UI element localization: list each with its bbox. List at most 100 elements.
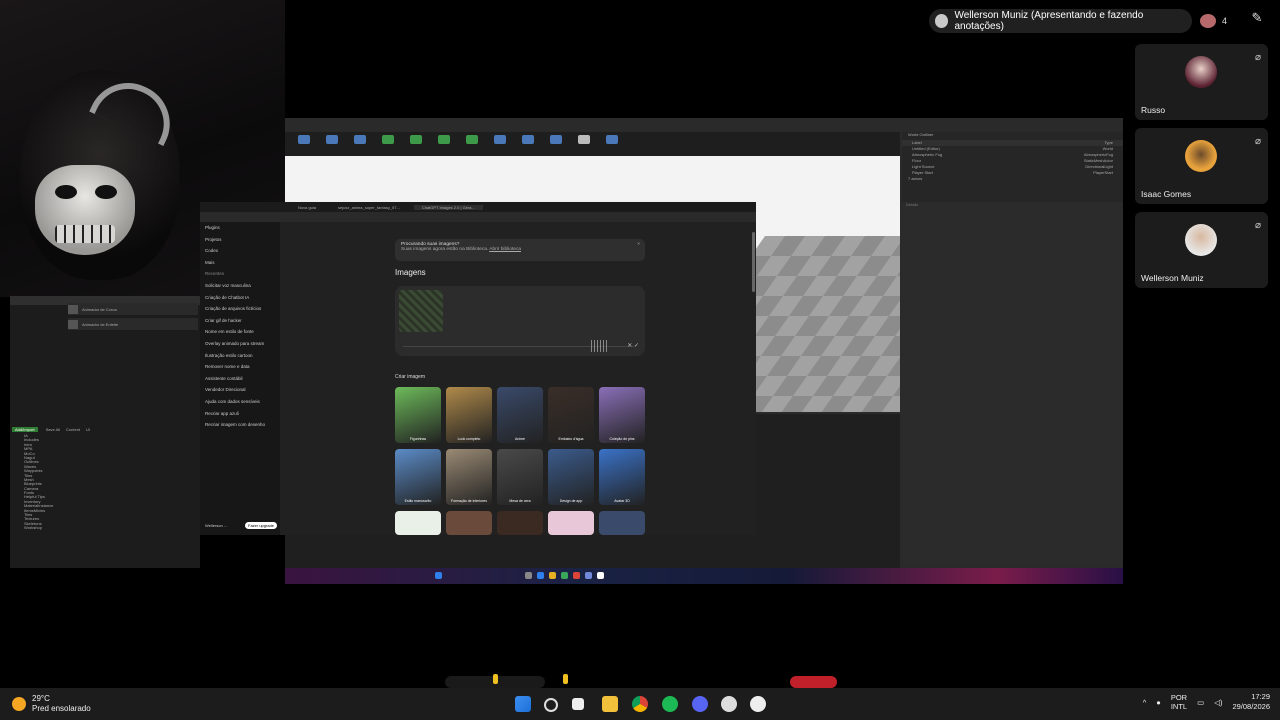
asset-thumb-icon bbox=[68, 304, 78, 314]
github-icon[interactable] bbox=[721, 696, 737, 712]
notice-body: Suas imagens agora estão na Biblioteca. bbox=[401, 247, 489, 252]
language-indicator[interactable]: POR INTL bbox=[1171, 693, 1187, 711]
style-tile[interactable]: Embaixo d'água bbox=[548, 387, 594, 443]
sidebar-item[interactable]: Projetos bbox=[200, 234, 280, 246]
toolbar-button[interactable] bbox=[545, 135, 567, 153]
toolbar-button[interactable] bbox=[349, 135, 371, 153]
asset-name: Animador de Enfeite bbox=[82, 321, 119, 327]
mic-icon[interactable]: ● bbox=[1156, 698, 1161, 707]
tile-label: Design de app bbox=[559, 499, 583, 503]
asset-thumb-icon bbox=[68, 319, 78, 329]
user-name[interactable]: Wellerson ... bbox=[205, 523, 227, 528]
leave-button[interactable] bbox=[790, 676, 837, 688]
presenter-chip[interactable]: Wellerson Muniz (Apresentando e fazendo … bbox=[929, 9, 1192, 33]
recent-chat-item[interactable]: Overlay animado para stream bbox=[200, 338, 280, 350]
recent-chat-item[interactable]: Ajuda com dados sensíveis bbox=[200, 396, 280, 408]
recent-chat-item[interactable]: Criar gif de hacker bbox=[200, 315, 280, 327]
style-tile[interactable] bbox=[497, 511, 543, 535]
scrollbar[interactable] bbox=[752, 232, 755, 292]
tab[interactable]: sejusx_anima_super_fantasy_07... bbox=[330, 205, 408, 210]
toolbar-button[interactable] bbox=[461, 135, 483, 153]
recent-chat-item[interactable]: Nome em estilo de fonte bbox=[200, 326, 280, 338]
path-content[interactable]: Content bbox=[66, 427, 80, 432]
chrome-icon[interactable] bbox=[632, 696, 648, 712]
asset-item[interactable]: Animador de Coroa bbox=[68, 303, 198, 315]
taskbar-icon bbox=[585, 572, 592, 579]
generated-image-thumb[interactable] bbox=[399, 290, 443, 332]
mic-level bbox=[563, 674, 568, 684]
upgrade-button[interactable]: Fazer upgrade bbox=[245, 522, 278, 529]
chevron-up-icon[interactable]: ^ bbox=[1143, 698, 1147, 707]
recent-chat-item[interactable]: Criação de arquivos fictícios bbox=[200, 303, 280, 315]
confirm-icon[interactable]: ✕ ✓ bbox=[627, 342, 639, 349]
recent-chat-item[interactable]: Criação de Chatbot IA bbox=[200, 292, 280, 304]
participant-tile[interactable]: Isaac Gomes ⌀ bbox=[1135, 128, 1268, 204]
task-view-icon[interactable] bbox=[572, 698, 584, 710]
toolbar-button[interactable] bbox=[433, 135, 455, 153]
path-ui[interactable]: UI bbox=[86, 427, 90, 432]
folder-item[interactable]: Workshop bbox=[10, 525, 200, 530]
taskbar-icon bbox=[561, 572, 568, 579]
sidebar-item[interactable]: Mais bbox=[200, 257, 280, 269]
taskbar-icon bbox=[525, 572, 532, 579]
unreal-engine-icon[interactable] bbox=[750, 696, 766, 712]
tab-active[interactable]: ChatGPT Images 2.0 | Gera... bbox=[413, 204, 483, 210]
close-icon[interactable]: × bbox=[637, 242, 640, 247]
network-icon[interactable]: ▭ bbox=[1197, 698, 1204, 707]
toolbar-button[interactable] bbox=[321, 135, 343, 153]
open-library-link[interactable]: Abrir biblioteca bbox=[489, 247, 521, 252]
clock[interactable]: 17:29 29/08/2026 bbox=[1232, 692, 1270, 712]
style-tile[interactable]: Anime bbox=[497, 387, 543, 443]
annotate-icon[interactable]: ✎ bbox=[1246, 10, 1268, 32]
style-tile[interactable]: Look completo bbox=[446, 387, 492, 443]
style-tile[interactable]: Coleção de pins bbox=[599, 387, 645, 443]
style-tile[interactable]: Design de app bbox=[548, 449, 594, 505]
toolbar-button[interactable] bbox=[405, 135, 427, 153]
style-tile[interactable]: Estilo manuscrito bbox=[395, 449, 441, 505]
recent-chat-item[interactable]: Assistente contábil bbox=[200, 373, 280, 385]
sidebar-item[interactable]: Plugins bbox=[200, 222, 280, 234]
participant-tile[interactable]: Wellerson Muniz ⌀ bbox=[1135, 212, 1268, 288]
mic-off-icon: ⌀ bbox=[1254, 136, 1261, 147]
lang-bottom: INTL bbox=[1170, 702, 1188, 711]
address-bar[interactable] bbox=[200, 212, 756, 222]
volume-icon[interactable]: ◁) bbox=[1214, 698, 1222, 707]
toolbar-button[interactable] bbox=[489, 135, 511, 153]
recent-chat-item[interactable]: Remover nome e data bbox=[200, 361, 280, 373]
file-explorer-icon[interactable] bbox=[602, 696, 618, 712]
weather-widget[interactable]: 29°C Pred ensolarado bbox=[12, 694, 91, 714]
add-import-button[interactable]: Add/Import bbox=[12, 427, 38, 432]
outliner-rows: Untitled (Editor) World Atmospheric Fog Atm… bbox=[902, 146, 1123, 176]
style-tile[interactable]: Avatar 3D bbox=[599, 449, 645, 505]
style-tile[interactable]: Figurinhas bbox=[395, 387, 441, 443]
style-tile[interactable] bbox=[395, 511, 441, 535]
style-tile[interactable]: Mesa de cera bbox=[497, 449, 543, 505]
style-tile[interactable] bbox=[446, 511, 492, 535]
recent-chat-item[interactable]: Vendedor Direcional bbox=[200, 384, 280, 396]
toolbar-button[interactable] bbox=[377, 135, 399, 153]
save-all-button[interactable]: Save All bbox=[46, 427, 60, 432]
search-icon[interactable] bbox=[544, 698, 558, 712]
asset-item[interactable]: Animador de Enfeite bbox=[68, 318, 198, 330]
recent-chat-item[interactable]: Recriar imagem com desenho bbox=[200, 419, 280, 431]
style-tile[interactable] bbox=[599, 511, 645, 535]
recent-chat-item[interactable]: Ilustração estilo cartoon bbox=[200, 350, 280, 362]
discord-icon[interactable] bbox=[692, 696, 708, 712]
toolbar-button[interactable] bbox=[601, 135, 623, 153]
style-tile[interactable] bbox=[548, 511, 594, 535]
recent-chat-item[interactable]: Recriar app azuli bbox=[200, 408, 280, 420]
recent-list: Solicitar voz masculina Criação de Chatbo… bbox=[200, 280, 280, 431]
participants-button[interactable]: 4 bbox=[1200, 10, 1242, 32]
spotify-icon[interactable] bbox=[662, 696, 678, 712]
weather-desc: Pred ensolarado bbox=[32, 704, 91, 713]
images-heading: Imagens bbox=[395, 268, 426, 277]
toolbar-button[interactable] bbox=[293, 135, 315, 153]
participant-tile[interactable]: Russo ⌀ bbox=[1135, 44, 1268, 120]
recent-chat-item[interactable]: Solicitar voz masculina bbox=[200, 280, 280, 292]
tab[interactable]: Nova guia bbox=[290, 205, 324, 210]
toolbar-button[interactable] bbox=[517, 135, 539, 153]
windows-start-icon[interactable] bbox=[515, 696, 531, 712]
play-button[interactable] bbox=[573, 135, 595, 153]
sidebar-item[interactable]: Codex bbox=[200, 245, 280, 257]
style-tile[interactable]: Formação de interiores bbox=[446, 449, 492, 505]
